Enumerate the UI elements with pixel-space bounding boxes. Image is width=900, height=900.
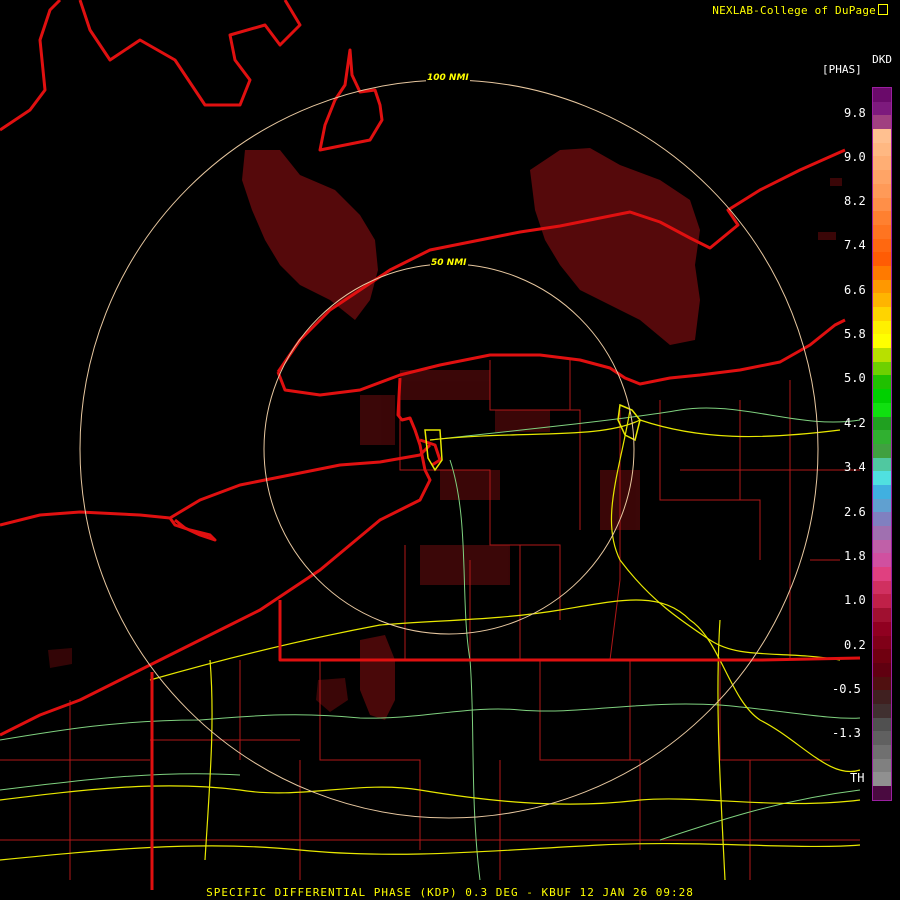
credit-link[interactable]: NEXLAB-College of DuPage — [712, 4, 888, 17]
color-scale-segment — [873, 526, 891, 540]
color-scale-tick-label: 1.8 — [844, 549, 866, 563]
color-scale-tick-label: 4.2 — [844, 416, 866, 430]
color-scale-tick-label: 0.2 — [844, 638, 866, 652]
color-scale-segment — [873, 621, 891, 636]
color-scale-segment — [873, 224, 891, 239]
color-scale-tick-label: 2.6 — [844, 505, 866, 519]
color-scale-segment — [873, 402, 891, 417]
color-scale-segment — [873, 484, 891, 499]
color-scale-segment — [873, 252, 891, 266]
color-scale-tick-label: 8.2 — [844, 194, 866, 208]
color-scale-segment — [873, 430, 891, 444]
color-scale-segment — [873, 211, 891, 225]
color-scale-segment — [873, 389, 891, 403]
color-scale-segment — [873, 786, 891, 800]
product-code: DKD — [872, 53, 892, 66]
color-scale-tick-label: TH — [850, 771, 865, 785]
color-scale-tick-label: -0.5 — [832, 682, 861, 696]
color-scale-segment — [873, 443, 891, 458]
external-link-icon — [878, 4, 888, 15]
color-scale-segment — [873, 129, 891, 143]
color-scale-tick-label: 5.8 — [844, 327, 866, 341]
color-scale-segment — [873, 703, 891, 718]
color-scale-segment — [873, 717, 891, 732]
product-footer: SPECIFIC DIFFERENTIAL PHASE (KDP) 0.3 DE… — [206, 886, 694, 899]
color-scale-segment — [873, 731, 891, 745]
radar-map — [0, 0, 900, 900]
color-scale-segment — [873, 567, 891, 581]
credit-text: NEXLAB-College of DuPage — [712, 4, 876, 17]
color-scale-tick-label: -1.3 — [832, 726, 861, 740]
color-scale-segment — [873, 265, 891, 280]
color-scale-tick-label: 7.4 — [844, 238, 866, 252]
color-scale-segment — [873, 170, 891, 184]
color-scale-tick-label: 5.0 — [844, 371, 866, 385]
color-scale-tick-label: 1.0 — [844, 593, 866, 607]
units-label: [PHAS] — [822, 63, 862, 76]
color-scale-segment — [873, 88, 891, 102]
color-scale-segment — [873, 608, 891, 622]
color-scale-tick-label: 3.4 — [844, 460, 866, 474]
color-scale-segment — [873, 690, 891, 704]
color-scale-tick-label: 9.8 — [844, 106, 866, 120]
range-ring-label-50nmi: 50 NMI — [430, 258, 468, 268]
color-scale-tick-label: 6.6 — [844, 283, 866, 297]
color-scale-segment — [873, 662, 891, 677]
color-scale-segment — [873, 348, 891, 362]
range-ring-label-100nmi: 100 NMI — [426, 73, 470, 83]
color-scale-segment — [873, 745, 891, 759]
color-scale-segment — [873, 676, 891, 691]
color-scale-segment — [873, 307, 891, 321]
color-scale-tick-label: 9.0 — [844, 150, 866, 164]
